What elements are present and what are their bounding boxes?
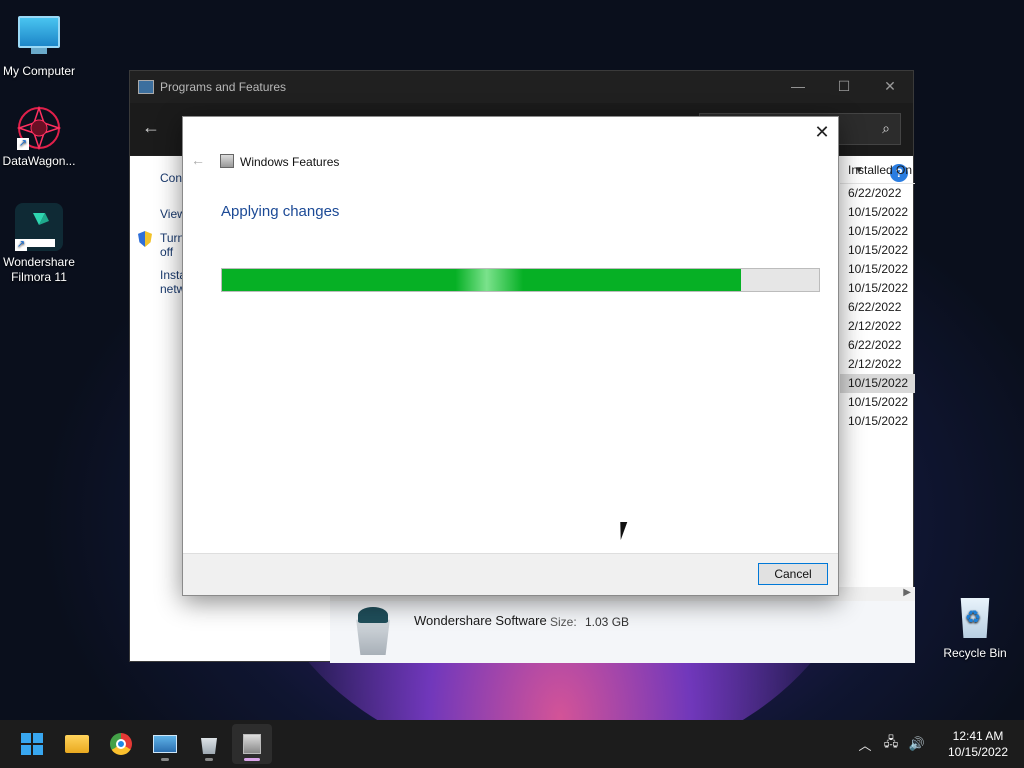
computer-icon	[17, 16, 61, 60]
column-header-installed-on[interactable]: Installed On	[840, 156, 915, 184]
taskbar-control-panel[interactable]	[145, 724, 185, 764]
taskbar-package-installer[interactable]	[189, 724, 229, 764]
clock-date: 10/15/2022	[947, 745, 1009, 759]
desktop-icon-label: My Computer	[2, 64, 76, 78]
windows-features-icon	[243, 734, 261, 754]
installed-on-cell[interactable]: 10/15/2022	[840, 203, 915, 222]
installed-on-column: Installed On 6/22/2022 10/15/2022 10/15/20…	[840, 156, 915, 431]
installed-on-cell[interactable]: 10/15/2022	[840, 374, 915, 393]
installed-on-cell[interactable]: 10/15/2022	[840, 279, 915, 298]
chevron-up-icon[interactable]: ︿	[852, 735, 878, 754]
filmora-icon: ↗	[15, 203, 63, 251]
desktop-icon-label: Wondershare Filmora 11	[3, 255, 75, 284]
control-panel-icon	[153, 735, 177, 753]
size-label: Size:	[550, 615, 577, 629]
taskbar-file-explorer[interactable]	[57, 724, 97, 764]
back-arrow-icon[interactable]: ←	[142, 117, 160, 138]
control-panel-icon	[138, 80, 154, 94]
package-lid-icon	[358, 607, 388, 623]
status-heading: Applying changes	[221, 203, 340, 220]
running-indicator	[244, 758, 260, 761]
progress-bar	[221, 268, 820, 292]
installed-on-cell[interactable]: 10/15/2022	[840, 222, 915, 241]
start-button[interactable]	[12, 724, 52, 764]
window-title: Programs and Features	[160, 80, 287, 94]
minimize-button[interactable]: —	[775, 71, 821, 101]
dialog-footer: Cancel	[183, 553, 838, 595]
close-button[interactable]: ✕	[867, 71, 913, 101]
datawagon-icon: ↗	[16, 105, 62, 151]
installed-on-cell[interactable]: 10/15/2022	[840, 412, 915, 431]
windows-features-dialog: ✕ ← Windows Features Applying changes Ca…	[182, 116, 839, 596]
chrome-icon	[110, 733, 132, 755]
folder-icon	[65, 735, 89, 753]
desktop-icon-filmora[interactable]: ↗ Wondershare Filmora 11	[0, 203, 78, 285]
desktop-icon-label: DataWagon...	[2, 154, 76, 168]
taskbar-chrome[interactable]	[101, 724, 141, 764]
shortcut-arrow-icon: ↗	[15, 239, 27, 251]
details-pane: Wondershare Software Size: 1.03 GB	[330, 601, 915, 663]
running-indicator	[205, 758, 213, 761]
cancel-button[interactable]: Cancel	[758, 563, 828, 585]
desktop-icon-datawagon[interactable]: ↗ DataWagon...	[0, 105, 78, 169]
taskbar-windows-features[interactable]	[232, 724, 272, 764]
dialog-title: Windows Features	[240, 155, 340, 169]
scroll-right-icon[interactable]: ▶	[903, 587, 911, 598]
size-value: 1.03 GB	[585, 615, 630, 629]
running-indicator	[161, 758, 169, 761]
dialog-close-button[interactable]: ✕	[812, 121, 832, 143]
network-icon[interactable]: 🖧	[878, 733, 904, 755]
desktop-icon-label: Recycle Bin	[943, 646, 1007, 660]
installed-on-cell[interactable]: 6/22/2022	[840, 184, 915, 203]
windows-features-icon	[220, 154, 234, 168]
windows-logo-icon	[21, 733, 43, 755]
desktop-icon-recycle-bin[interactable]: ♻ Recycle Bin	[936, 598, 1014, 661]
installed-on-cell[interactable]: 10/15/2022	[840, 260, 915, 279]
publisher-name: Wondershare Software	[414, 613, 547, 628]
taskbar: ︿ 🖧 🔊 12:41 AM 10/15/2022	[0, 720, 1024, 768]
installed-on-cell[interactable]: 2/12/2022	[840, 355, 915, 374]
installed-on-cell[interactable]: 10/15/2022	[840, 241, 915, 260]
volume-icon[interactable]: 🔊	[904, 736, 930, 752]
clock[interactable]: 12:41 AM 10/15/2022	[938, 728, 1018, 760]
installed-on-cell[interactable]: 6/22/2022	[840, 336, 915, 355]
recycle-bin-icon: ♻	[960, 598, 990, 638]
progress-fill	[222, 269, 742, 291]
installed-on-cell[interactable]: 6/22/2022	[840, 298, 915, 317]
window-controls: — ☐ ✕	[775, 71, 913, 101]
system-tray: ︿ 🖧 🔊 12:41 AM 10/15/2022	[852, 720, 1024, 768]
shield-icon	[138, 231, 152, 247]
maximize-button[interactable]: ☐	[821, 71, 867, 101]
shortcut-arrow-icon: ↗	[17, 138, 29, 150]
installed-on-cell[interactable]: 10/15/2022	[840, 393, 915, 412]
back-arrow-icon: ←	[191, 152, 205, 168]
clock-time: 12:41 AM	[952, 729, 1004, 743]
installed-on-cell[interactable]: 2/12/2022	[840, 317, 915, 336]
search-icon[interactable]: ⌕	[882, 120, 890, 137]
package-icon	[201, 738, 217, 754]
desktop-icon-my-computer[interactable]: My Computer	[0, 10, 78, 79]
